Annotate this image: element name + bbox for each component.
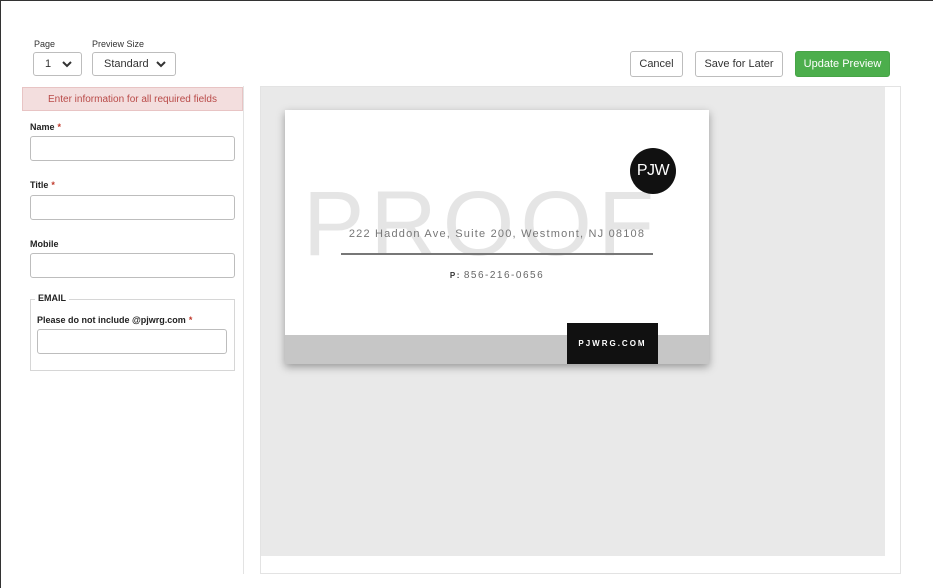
name-label: Name * [30, 122, 62, 132]
card-website: PJWRG.COM [567, 323, 658, 364]
mobile-label: Mobile [30, 239, 59, 249]
email-input[interactable] [37, 329, 227, 354]
preview-size-value: Standard [104, 58, 149, 70]
page-select[interactable]: 1 [33, 52, 82, 76]
card-divider [341, 253, 653, 255]
required-marker: * [188, 315, 193, 325]
update-preview-button[interactable]: Update Preview [795, 51, 890, 77]
preview-size-label: Preview Size [92, 39, 145, 49]
title-label: Title * [30, 180, 55, 190]
chevron-down-icon [156, 61, 166, 68]
save-for-later-button[interactable]: Save for Later [695, 51, 783, 77]
email-label: Please do not include @pjwrg.com * [37, 315, 193, 325]
card-address: 222 Haddon Ave, Suite 200, Westmont, NJ … [348, 228, 646, 240]
title-input[interactable] [30, 195, 235, 220]
business-card-proof: PROOF PJW 222 Haddon Ave, Suite 200, Wes… [285, 110, 709, 364]
company-logo: PJW [630, 148, 676, 194]
preview-size-select[interactable]: Standard [92, 52, 176, 76]
mobile-input[interactable] [30, 253, 235, 278]
page-select-value: 1 [45, 58, 52, 70]
email-legend: EMAIL [35, 293, 69, 303]
chevron-down-icon [62, 61, 72, 68]
card-phone: P: 856-216-0656 [285, 270, 709, 281]
phone-prefix: P: [449, 271, 461, 280]
name-input[interactable] [30, 136, 235, 161]
phone-number: 856-216-0656 [463, 270, 545, 281]
page-label: Page [34, 39, 56, 49]
required-marker: * [51, 180, 55, 190]
cancel-button[interactable]: Cancel [630, 51, 683, 77]
required-marker: * [57, 122, 62, 132]
required-fields-alert: Enter information for all required field… [22, 87, 243, 111]
proof-watermark: PROOF [303, 173, 661, 275]
